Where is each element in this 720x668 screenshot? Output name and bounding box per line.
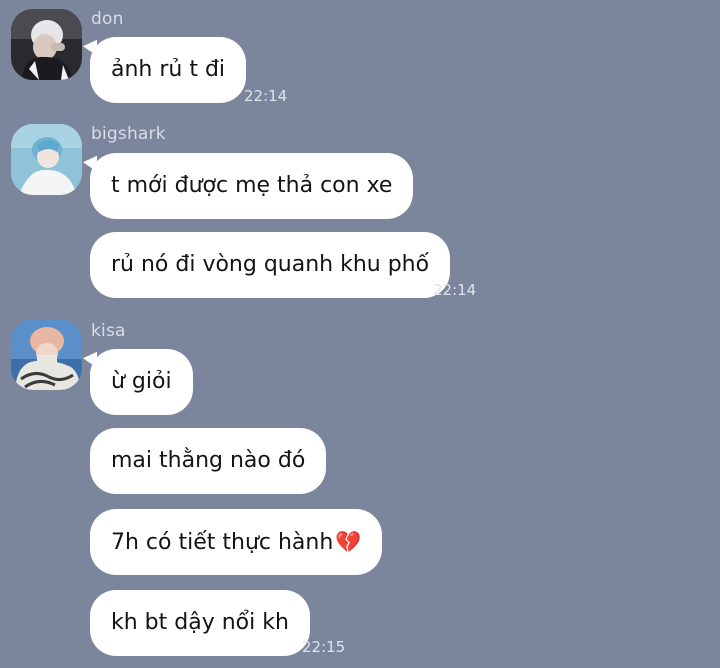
message-text: 7h có tiết thực hành	[111, 530, 334, 555]
message-bubble[interactable]: ừ giỏi	[90, 349, 193, 415]
message-bubble[interactable]: 7h có tiết thực hành💔	[90, 509, 383, 575]
avatar-kisa[interactable]	[11, 319, 82, 390]
message-text: mai thằng nào đó	[111, 448, 306, 473]
sender-name: kisa	[91, 321, 126, 341]
message-bubble[interactable]: kh bt dậy nổi kh	[90, 590, 310, 656]
avatar-kisa-photo-icon	[11, 319, 82, 390]
message-time: 22:15	[302, 638, 346, 656]
message-bubble[interactable]: mai thằng nào đó	[90, 428, 327, 494]
message-text: ừ giỏi	[111, 369, 172, 394]
message-group-kisa: kisa ừ giỏi mai thằng nào đó 7h có tiết …	[0, 0, 720, 668]
message-text: kh bt dậy nổi kh	[111, 610, 289, 635]
broken-heart-icon: 💔	[335, 530, 362, 554]
